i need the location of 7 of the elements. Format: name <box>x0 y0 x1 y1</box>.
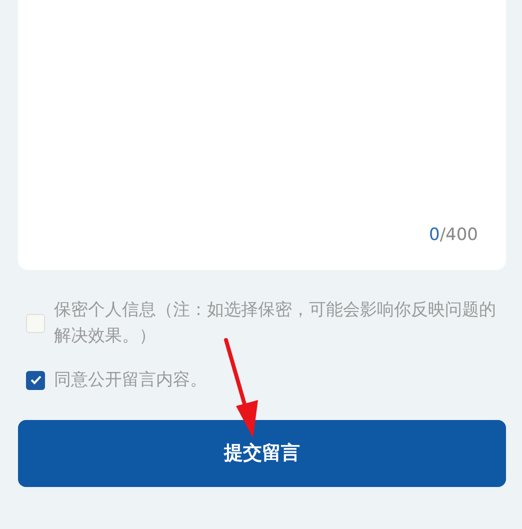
checkbox[interactable] <box>26 370 45 390</box>
submit-button[interactable]: 提交留言 <box>18 420 506 487</box>
check-icon <box>30 375 42 385</box>
message-textarea[interactable]: 0/400 <box>18 0 506 270</box>
character-counter: 0/400 <box>428 224 478 246</box>
checkbox-label: 保密个人信息（注：如选择保密，可能会影响你反映问题的解决效果。） <box>54 299 497 348</box>
checkbox-label: 同意公开留言内容。 <box>54 369 207 392</box>
